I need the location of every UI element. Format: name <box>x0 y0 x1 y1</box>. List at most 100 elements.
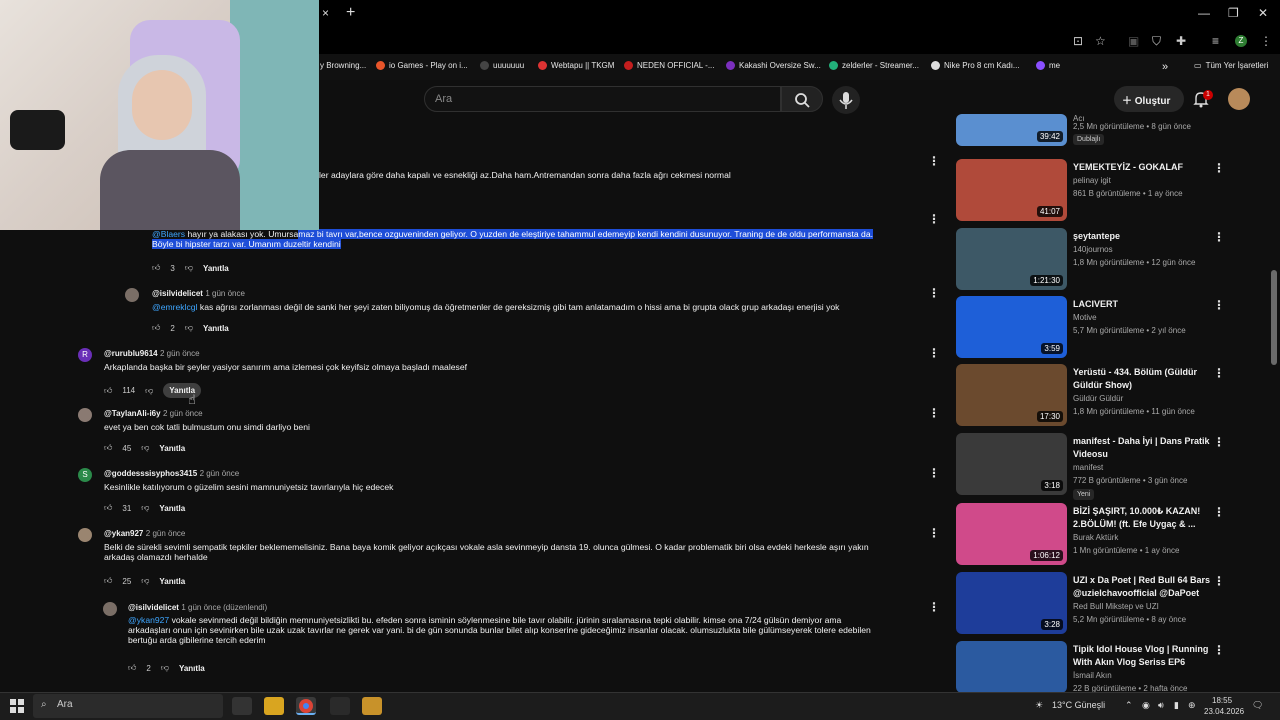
like-icon[interactable]: 👍︎ <box>128 663 136 673</box>
weather-icon[interactable]: ☀ <box>1035 700 1043 711</box>
video-thumbnail[interactable]: 3:18 <box>956 433 1067 495</box>
app-icon[interactable] <box>330 697 350 715</box>
comment-menu-icon[interactable]: ⋮ <box>928 466 940 480</box>
comment-menu-icon[interactable]: ⋮ <box>928 600 940 614</box>
comment-author[interactable]: @rurublu9614 <box>104 349 158 358</box>
close-window-icon[interactable]: ✕ <box>1258 6 1268 20</box>
extension-icon[interactable]: ▣ <box>1128 34 1139 48</box>
bookmark-item[interactable]: uuuuuuu <box>480 61 524 70</box>
file-explorer-icon[interactable] <box>264 697 284 715</box>
install-icon[interactable]: ⊡ <box>1073 34 1083 48</box>
comment-menu-icon[interactable]: ⋮ <box>928 212 940 226</box>
video-card[interactable]: 1:06:12 BİZİ ŞAŞIRT, 10.000₺ KAZAN! 2.BÖ… <box>955 503 1275 567</box>
mention-link[interactable]: @Blaers <box>152 229 185 239</box>
video-menu-icon[interactable]: ⋮ <box>1213 435 1225 449</box>
app-icon[interactable] <box>362 697 382 715</box>
channel-name[interactable]: Motive <box>1073 313 1097 322</box>
comment-time[interactable]: 1 gün önce <box>205 289 245 298</box>
video-menu-icon[interactable]: ⋮ <box>1213 505 1225 519</box>
dislike-icon[interactable]: 👎︎ <box>145 386 153 396</box>
video-menu-icon[interactable]: ⋮ <box>1213 574 1225 588</box>
channel-name[interactable]: Burak Aktürk <box>1073 533 1118 542</box>
comment-menu-icon[interactable]: ⋮ <box>928 526 940 540</box>
comment-time[interactable]: 2 gün önce <box>160 349 200 358</box>
reply-button[interactable]: Yanıtla <box>159 444 185 453</box>
restore-icon[interactable]: ❐ <box>1228 6 1239 20</box>
video-card[interactable]: 17:30 Yerüstü - 434. Bölüm (Güldür Güldü… <box>955 364 1275 428</box>
network-icon[interactable]: ⊕ <box>1188 700 1196 711</box>
video-menu-icon[interactable]: ⋮ <box>1213 161 1225 175</box>
bookmark-item[interactable]: Webtapu || TKGM <box>538 61 614 70</box>
video-thumbnail[interactable]: 3:59 <box>956 296 1067 358</box>
bookmark-item[interactable]: Kakashi Oversize Sw... <box>726 61 821 70</box>
video-thumbnail[interactable]: 39:42 <box>956 114 1067 146</box>
video-title[interactable]: Yerüstü - 434. Bölüm (Güldür Güldür Show… <box>1073 366 1223 392</box>
video-menu-icon[interactable]: ⋮ <box>1213 230 1225 244</box>
mention-link[interactable]: @ykan927 <box>128 615 169 625</box>
channel-name[interactable]: pelinay igit <box>1073 176 1111 185</box>
new-tab-button[interactable]: + <box>346 4 355 22</box>
comment-time[interactable]: 2 gün önce <box>146 529 186 538</box>
bookmark-item[interactable]: Nike Pro 8 cm Kadı... <box>931 61 1020 70</box>
video-menu-icon[interactable]: ⋮ <box>1213 643 1225 657</box>
video-title[interactable]: Tipik Idol House Vlog | Running With Akı… <box>1073 643 1223 669</box>
dislike-icon[interactable]: 👎︎ <box>185 263 193 273</box>
dislike-icon[interactable]: 👎︎ <box>161 663 169 673</box>
task-view-icon[interactable] <box>232 697 252 715</box>
video-thumbnail[interactable]: 1:21:30 <box>956 228 1067 290</box>
bookmark-item[interactable]: io Games - Play on i... <box>376 61 468 70</box>
tray-app-icon[interactable]: ◉ <box>1142 700 1150 711</box>
comment-author[interactable]: @TaylanAli-i6y <box>104 409 161 418</box>
shield-icon[interactable]: ⛉ <box>1152 34 1161 49</box>
reply-button[interactable]: Yanıtla <box>203 324 229 333</box>
voice-search-button[interactable] <box>832 86 860 114</box>
video-title[interactable]: manifest - Daha İyi | Dans Pratik Videos… <box>1073 435 1223 461</box>
comment-author[interactable]: @isilvidelicet <box>128 603 179 612</box>
bookmarks-more-icon[interactable]: » <box>1162 61 1168 73</box>
video-card[interactable]: 3:59 LACIVERT Motive 5,7 Mn görüntüleme … <box>955 296 1275 360</box>
reply-button[interactable]: Yanıtla <box>203 264 229 273</box>
comment-author[interactable]: @isilvidelicet <box>152 289 203 298</box>
like-icon[interactable]: 👍︎ <box>104 503 112 513</box>
comment-menu-icon[interactable]: ⋮ <box>928 286 940 300</box>
bookmark-item[interactable]: y Browning... <box>320 61 366 70</box>
dislike-icon[interactable]: 👎︎ <box>141 576 149 586</box>
reply-button[interactable]: Yanıtla <box>179 664 205 673</box>
comment-author[interactable]: @goddesssisyphos3415 <box>104 469 197 478</box>
dislike-icon[interactable]: 👎︎ <box>141 443 149 453</box>
dislike-icon[interactable]: 👎︎ <box>141 503 149 513</box>
close-tab-icon[interactable]: × <box>322 6 329 20</box>
profile-avatar[interactable]: Z <box>1235 35 1247 47</box>
video-title[interactable]: BİZİ ŞAŞIRT, 10.000₺ KAZAN! 2.BÖLÜM! (ft… <box>1073 505 1223 531</box>
video-card[interactable]: 3:18 manifest - Daha İyi | Dans Pratik V… <box>955 433 1275 500</box>
video-title[interactable]: UZI x Da Poet | Red Bull 64 Bars @uzielc… <box>1073 574 1223 600</box>
video-thumbnail[interactable] <box>956 641 1067 693</box>
bookmark-item[interactable]: zelderler - Streamer... <box>829 61 919 70</box>
comment-time[interactable]: 2 gün önce <box>163 409 203 418</box>
video-menu-icon[interactable]: ⋮ <box>1213 298 1225 312</box>
battery-icon[interactable]: ▮ <box>1174 700 1179 711</box>
puzzle-icon[interactable]: ✚ <box>1176 34 1186 48</box>
windows-start-icon[interactable] <box>10 699 24 713</box>
bookmark-item[interactable]: NEDEN OFFICIAL -... <box>624 61 715 70</box>
video-title[interactable]: şeytantepe <box>1073 230 1223 243</box>
like-icon[interactable]: 👍︎ <box>104 443 112 453</box>
channel-name[interactable]: 140journos <box>1073 245 1113 254</box>
menu-kebab-icon[interactable]: ⋮ <box>1260 34 1272 48</box>
channel-name[interactable]: manifest <box>1073 463 1103 472</box>
notification-center-icon[interactable]: 🗨︎ <box>1252 700 1263 711</box>
media-icon[interactable]: ≡ <box>1212 34 1219 48</box>
comment-time[interactable]: 2 gün önce <box>200 469 240 478</box>
like-icon[interactable]: 👍︎ <box>104 386 112 396</box>
video-card[interactable]: 3:28 UZI x Da Poet | Red Bull 64 Bars @u… <box>955 572 1275 636</box>
video-thumbnail[interactable]: 17:30 <box>956 364 1067 426</box>
clock-time[interactable]: 18:55 <box>1212 696 1232 705</box>
channel-name[interactable]: İsmail Akın <box>1073 671 1112 680</box>
all-bookmarks[interactable]: ▭ Tüm Yer İşaretleri <box>1194 61 1268 70</box>
comment-author[interactable]: @ykan927 <box>104 529 143 538</box>
minimize-icon[interactable]: — <box>1198 6 1210 20</box>
video-title[interactable]: YEMEKTEYİZ - GOKALAF <box>1073 161 1223 174</box>
like-icon[interactable]: 👍︎ <box>152 263 160 273</box>
channel-name[interactable]: Güldür Güldür <box>1073 394 1123 403</box>
reply-button[interactable]: Yanıtla <box>159 577 185 586</box>
